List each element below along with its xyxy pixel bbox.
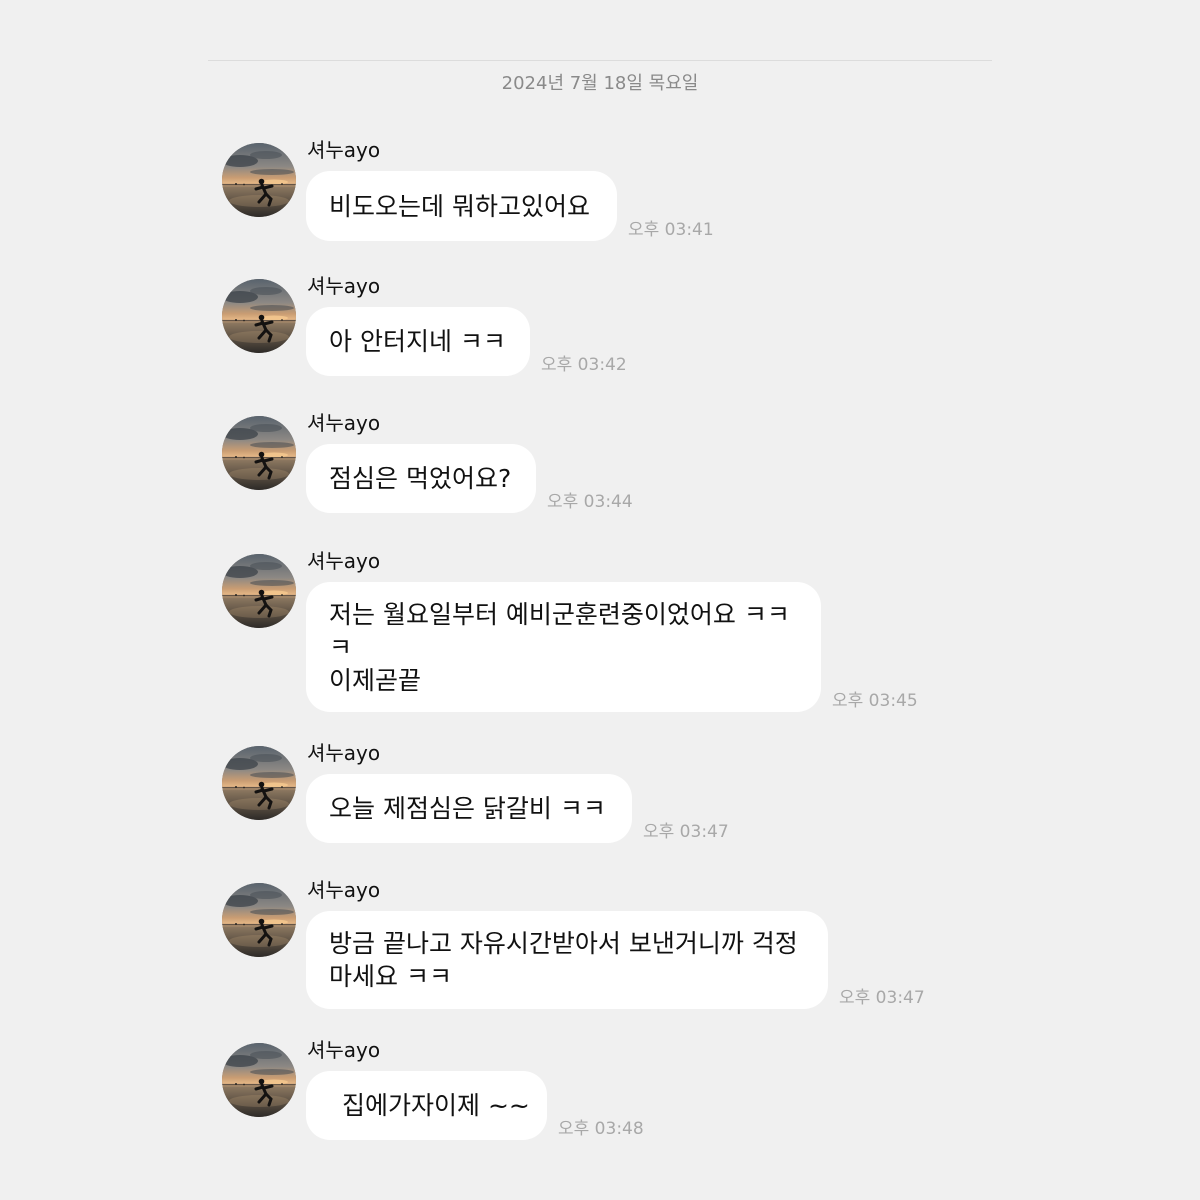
sender-name: 셔누ayo <box>307 741 381 765</box>
avatar[interactable] <box>222 416 296 490</box>
avatar[interactable] <box>222 883 296 957</box>
message-text: 오늘 제점심은 닭갈비 ㅋㅋ <box>329 794 606 823</box>
message-item: 셔누ayo 비도오는데 뭐하고있어요 오후 03:41 <box>222 138 982 241</box>
sender-name: 셔누ayo <box>307 411 381 435</box>
message-text: 저는 월요일부터 예비군훈련중이었어요 ㅋㅋ ㅋ 이제곧끝 <box>329 599 790 695</box>
avatar[interactable] <box>222 279 296 353</box>
sender-name: 셔누ayo <box>307 274 381 298</box>
message-bubble[interactable]: 방금 끝나고 자유시간받아서 보낸거니까 걱정 마세요 ㅋㅋ <box>306 911 828 1009</box>
message-bubble[interactable]: 점심은 먹었어요? <box>306 444 536 513</box>
message-item: 셔누ayo 아 안터지네 ㅋㅋ 오후 03:42 <box>222 274 982 376</box>
message-item: 셔누ayo 방금 끝나고 자유시간받아서 보낸거니까 걱정 마세요 ㅋㅋ 오후 … <box>222 878 982 1009</box>
date-separator: 2024년 7월 18일 목요일 <box>501 73 699 94</box>
message-bubble[interactable]: 오늘 제점심은 닭갈비 ㅋㅋ <box>306 774 632 843</box>
message-item: 셔누ayo 오늘 제점심은 닭갈비 ㅋㅋ 오후 03:47 <box>222 741 982 843</box>
message-bubble[interactable]: 저는 월요일부터 예비군훈련중이었어요 ㅋㅋ ㅋ 이제곧끝 <box>306 582 821 712</box>
message-bubble[interactable]: 아 안터지네 ㅋㅋ <box>306 307 530 376</box>
message-timestamp: 오후 03:41 <box>628 220 714 240</box>
message-bubble[interactable]: 집에가자이제 ~~ <box>306 1071 547 1140</box>
message-row: 방금 끝나고 자유시간받아서 보낸거니까 걱정 마세요 ㅋㅋ 오후 03:47 <box>306 911 925 1009</box>
profile-photo <box>222 883 296 957</box>
profile-photo <box>222 746 296 820</box>
message-row: 아 안터지네 ㅋㅋ 오후 03:42 <box>306 307 627 376</box>
message-text: 방금 끝나고 자유시간받아서 보낸거니까 걱정 마세요 ㅋㅋ <box>329 929 798 991</box>
message-text: 아 안터지네 ㅋㅋ <box>329 327 506 356</box>
profile-photo <box>222 1043 296 1117</box>
message-timestamp: 오후 03:47 <box>839 988 925 1008</box>
avatar[interactable] <box>222 746 296 820</box>
date-divider-line <box>208 60 992 61</box>
message-bubble[interactable]: 비도오는데 뭐하고있어요 <box>306 171 617 241</box>
message-row: 비도오는데 뭐하고있어요 오후 03:41 <box>306 171 714 241</box>
profile-photo <box>222 416 296 490</box>
message-timestamp: 오후 03:44 <box>547 492 633 512</box>
message-item: 셔누ayo 집에가자이제 ~~ 오후 03:48 <box>222 1038 982 1140</box>
message-row: 저는 월요일부터 예비군훈련중이었어요 ㅋㅋ ㅋ 이제곧끝 오후 03:45 <box>306 582 918 712</box>
message-text: 비도오는데 뭐하고있어요 <box>329 191 590 221</box>
sender-name: 셔누ayo <box>307 138 381 162</box>
profile-photo <box>222 143 296 217</box>
message-timestamp: 오후 03:47 <box>643 822 729 842</box>
profile-photo <box>222 279 296 353</box>
sender-name: 셔누ayo <box>307 549 381 573</box>
sender-name: 셔누ayo <box>307 1038 381 1062</box>
message-row: 집에가자이제 ~~ 오후 03:48 <box>306 1071 644 1140</box>
message-item: 셔누ayo 저는 월요일부터 예비군훈련중이었어요 ㅋㅋ ㅋ 이제곧끝 오후 0… <box>222 549 982 712</box>
avatar[interactable] <box>222 1043 296 1117</box>
message-text: 집에가자이제 ~~ <box>342 1091 530 1120</box>
message-text: 점심은 먹었어요? <box>329 464 512 493</box>
message-row: 점심은 먹었어요? 오후 03:44 <box>306 444 633 513</box>
avatar[interactable] <box>222 143 296 217</box>
message-row: 오늘 제점심은 닭갈비 ㅋㅋ 오후 03:47 <box>306 774 729 843</box>
message-timestamp: 오후 03:45 <box>832 691 918 711</box>
message-timestamp: 오후 03:48 <box>558 1119 644 1139</box>
avatar[interactable] <box>222 554 296 628</box>
profile-photo <box>222 554 296 628</box>
sender-name: 셔누ayo <box>307 878 381 902</box>
message-item: 셔누ayo 점심은 먹었어요? 오후 03:44 <box>222 411 982 513</box>
message-timestamp: 오후 03:42 <box>541 355 627 375</box>
